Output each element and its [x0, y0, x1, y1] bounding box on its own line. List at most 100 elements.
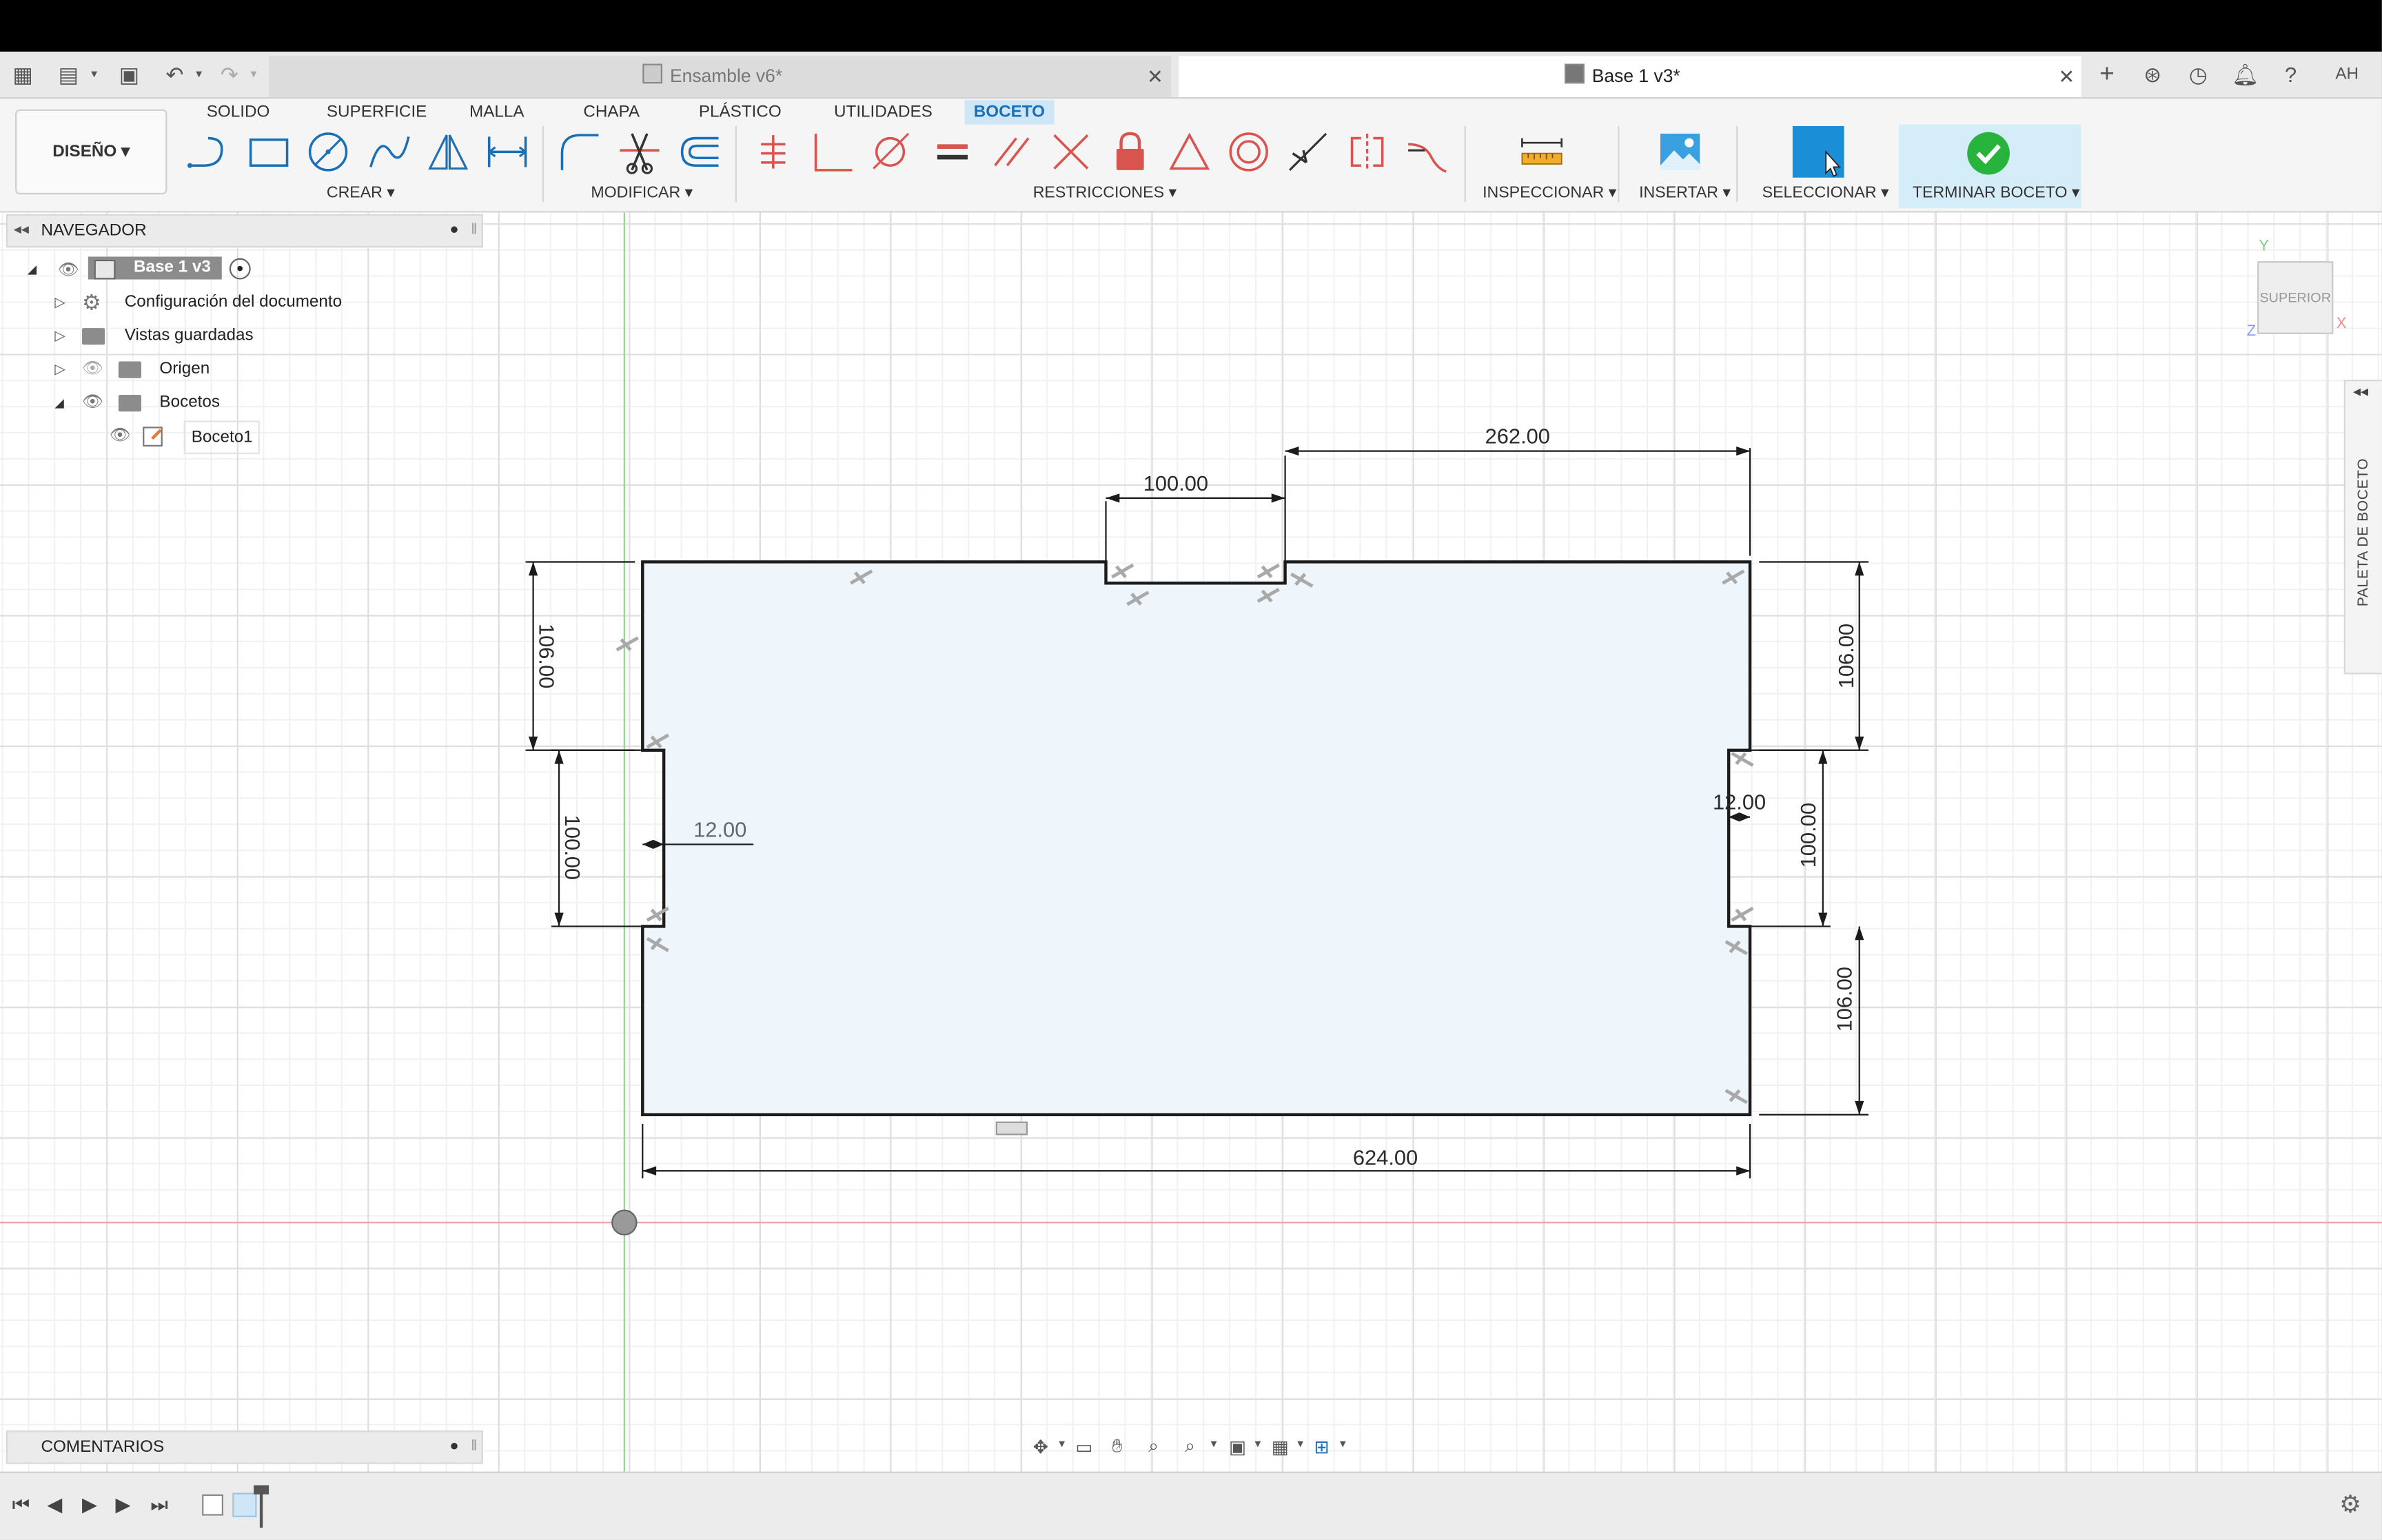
nav-item-sketch1[interactable]: 👁︎ Boceto1 — [110, 420, 261, 454]
look-at-icon[interactable]: ▭ — [1075, 1437, 1092, 1458]
finish-sketch-check-icon[interactable] — [1966, 131, 2011, 176]
coincident-constraint-icon[interactable] — [810, 129, 855, 174]
go-to-end-icon[interactable]: ⏭︎ — [150, 1493, 168, 1517]
file-icon[interactable]: ▤ — [54, 61, 82, 88]
expand-palette-icon[interactable]: ◂◂ — [2353, 384, 2368, 401]
redo-icon[interactable]: ↷ — [216, 61, 243, 88]
go-to-start-icon[interactable]: ⏮︎ — [12, 1493, 30, 1517]
dimension-left-depth[interactable]: 12.00 — [693, 817, 746, 841]
tab-boceto[interactable]: BOCETO — [964, 100, 1055, 125]
tab-base[interactable]: Base 1 v3* ✕ — [1179, 56, 2081, 98]
comments-resize-handle[interactable]: ‖ — [471, 1432, 477, 1462]
fillet-tool-icon[interactable] — [556, 129, 602, 174]
symmetry-constraint-icon[interactable] — [1345, 129, 1390, 174]
timeline-body-feature-icon[interactable] — [232, 1492, 257, 1517]
comments-add-icon[interactable]: ● — [449, 1432, 458, 1462]
dimension-tool-icon[interactable] — [485, 129, 530, 174]
select-tool-icon[interactable] — [1792, 125, 1844, 178]
dimension-right-upper[interactable]: 106.00 — [1834, 624, 1858, 688]
lock-constraint-icon[interactable] — [1108, 129, 1153, 174]
parallel-constraint-icon[interactable] — [989, 129, 1035, 174]
extensions-icon[interactable]: ⊛ — [2139, 61, 2166, 88]
origin-point[interactable] — [611, 1209, 638, 1235]
undo-icon[interactable]: ↶ — [161, 61, 189, 88]
display-settings-icon[interactable]: ▣ — [1229, 1437, 1246, 1458]
eye-icon[interactable]: 👁︎ — [82, 387, 103, 418]
undo-dropdown-icon[interactable]: ▾ — [185, 61, 213, 88]
expand-triangle-icon[interactable]: ▷ — [54, 362, 65, 377]
insertar-menu[interactable]: INSERTAR ▾ — [1639, 184, 1731, 202]
job-status-icon[interactable]: ◷ — [2184, 61, 2212, 88]
new-tab-icon[interactable]: + — [2093, 60, 2121, 88]
offset-tool-icon[interactable] — [676, 129, 722, 174]
save-icon[interactable]: ▣ — [116, 61, 143, 88]
display-dropdown-icon[interactable]: ▾ — [1255, 1437, 1261, 1450]
activate-radio-icon[interactable]: ● — [229, 258, 251, 280]
nav-item-saved-views[interactable]: ▷ Vistas guardadas — [54, 320, 254, 351]
restricciones-menu[interactable]: RESTRICCIONES ▾ — [1033, 184, 1177, 202]
grid-dropdown-icon[interactable]: ▾ — [1297, 1437, 1303, 1450]
app-grid-icon[interactable]: ▦ — [9, 61, 37, 88]
dimension-top-notch-width[interactable]: 100.00 — [1143, 471, 1208, 495]
dimension-left-upper[interactable]: 106.00 — [534, 624, 558, 688]
eye-icon[interactable]: 👁︎ — [58, 260, 79, 279]
orbit-icon[interactable]: ✥ — [1033, 1437, 1048, 1458]
close-icon[interactable]: ✕ — [1147, 57, 1163, 98]
view-cube[interactable]: SUPERIOR — [2257, 261, 2334, 334]
trim-tool-icon[interactable] — [617, 129, 662, 174]
sketch-drawing[interactable]: 100.00 262.00 106.00 100.00 12.00 106.00… — [0, 212, 2382, 1472]
dimension-right-lower[interactable]: 106.00 — [1833, 967, 1857, 1031]
step-back-icon[interactable]: ◀︎ — [47, 1493, 62, 1517]
eye-icon[interactable]: 👁︎ — [110, 427, 131, 444]
mirror-tool-icon[interactable] — [425, 129, 471, 174]
timeline-settings-gear-icon[interactable]: ⚙ — [2339, 1490, 2361, 1520]
expand-triangle-icon[interactable]: ▷ — [54, 295, 65, 310]
equal-constraint-icon[interactable] — [930, 129, 975, 174]
nav-item-document-settings[interactable]: ▷ ⚙ Configuración del documento — [54, 287, 342, 318]
tab-utilidades[interactable]: UTILIDADES — [825, 100, 941, 124]
collapse-triangle-icon[interactable]: ◢ — [54, 396, 64, 410]
grid-settings-icon[interactable]: ▦ — [1272, 1437, 1289, 1458]
collapse-left-icon[interactable]: ◂◂ — [14, 216, 29, 246]
pan-icon[interactable]: ✋︎ — [1112, 1435, 1122, 1458]
tab-solido[interactable]: SOLIDO — [198, 100, 279, 124]
fit-icon[interactable]: ⌕ — [1185, 1435, 1195, 1458]
rectangle-tool-icon[interactable] — [246, 129, 292, 174]
concentric-constraint-icon[interactable] — [1226, 129, 1272, 174]
tab-ensamble[interactable]: Ensamble v6* ✕ — [269, 56, 1172, 98]
tab-chapa[interactable]: CHAPA — [574, 100, 649, 124]
sketch-profile[interactable] — [641, 560, 1752, 1116]
comments-panel[interactable]: COMENTARIOS ● ‖ — [6, 1430, 483, 1464]
close-icon[interactable]: ✕ — [2058, 57, 2075, 98]
play-icon[interactable]: ▶︎ — [82, 1493, 97, 1517]
dimension-right-notch[interactable]: 100.00 — [1796, 803, 1820, 867]
zoom-icon[interactable]: ⌕ — [1148, 1435, 1159, 1458]
spline-tool-icon[interactable] — [366, 129, 411, 174]
dimension-bottom-width[interactable]: 624.00 — [1353, 1145, 1418, 1169]
perpendicular-constraint-icon[interactable] — [1048, 129, 1094, 174]
curvature-constraint-icon[interactable] — [1403, 129, 1449, 174]
midpoint-constraint-icon[interactable] — [1167, 129, 1212, 174]
viewports-icon[interactable]: ⊞ — [1314, 1437, 1329, 1458]
fit-dropdown-icon[interactable]: ▾ — [1211, 1437, 1217, 1450]
viewports-dropdown-icon[interactable]: ▾ — [1340, 1437, 1346, 1450]
orbit-dropdown-icon[interactable]: ▾ — [1059, 1437, 1065, 1450]
horizontal-vertical-constraint-icon[interactable] — [752, 129, 797, 174]
workspace-switcher[interactable]: DISEÑO ▾ — [15, 109, 167, 195]
dimension-right-depth[interactable]: 12.00 — [1713, 790, 1766, 814]
navigator-minimize-icon[interactable]: ● — [449, 216, 458, 246]
collapse-triangle-icon[interactable]: ◢ — [28, 263, 37, 276]
circle-tool-icon[interactable] — [305, 129, 351, 174]
user-avatar[interactable]: AH — [2324, 61, 2370, 88]
tab-malla[interactable]: MALLA — [460, 100, 533, 124]
tab-plastico[interactable]: PLÁSTICO — [690, 100, 791, 124]
dimension-top-right[interactable]: 262.00 — [1485, 424, 1550, 449]
measure-tool-icon[interactable] — [1519, 129, 1565, 174]
collinear-constraint-icon[interactable] — [1285, 129, 1331, 174]
tab-superficie[interactable]: SUPERFICIE — [318, 100, 436, 124]
nav-item-origin[interactable]: ▷ 👁︎ Origen — [54, 354, 210, 384]
inspeccionar-menu[interactable]: INSPECCIONAR ▾ — [1483, 184, 1616, 202]
timeline-sketch-feature-icon[interactable] — [202, 1494, 223, 1516]
crear-menu[interactable]: CREAR ▾ — [327, 184, 395, 202]
expand-triangle-icon[interactable]: ▷ — [54, 328, 65, 343]
